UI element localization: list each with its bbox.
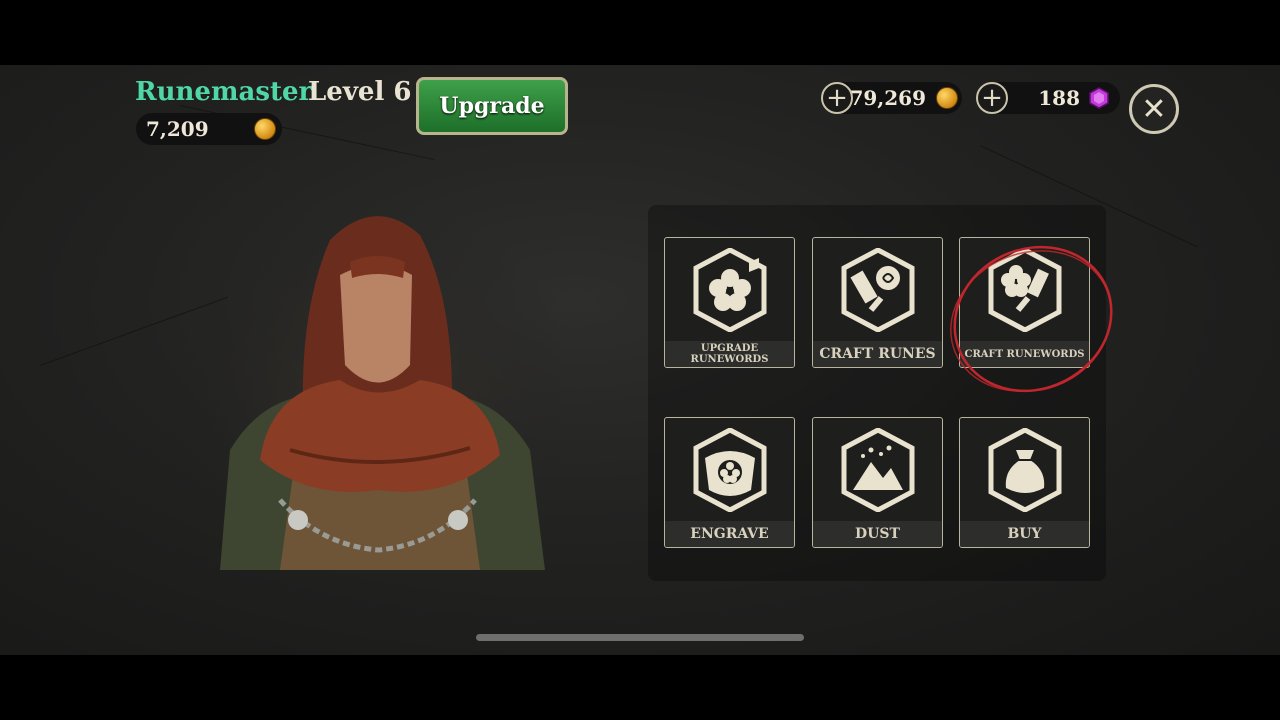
close-button[interactable]: ✕ [1129, 84, 1179, 134]
bag-icon [988, 428, 1062, 512]
gem-icon [1089, 87, 1109, 109]
engrave-tile[interactable]: ENGRAVE [664, 417, 795, 548]
craft-runes-icon [841, 248, 915, 332]
dust-icon [841, 428, 915, 512]
class-name: Runemaster [135, 77, 313, 107]
runemaster-portrait [200, 200, 560, 570]
add-gems-button[interactable]: + [976, 82, 1008, 114]
tile-label: BUY [960, 521, 1089, 547]
coins-value: 79,269 [849, 86, 926, 110]
coin-icon [254, 118, 276, 140]
tile-label: CRAFT RUNES [813, 341, 942, 367]
add-coins-button[interactable]: + [821, 82, 853, 114]
tile-label: DUST [813, 521, 942, 547]
gems-value: 188 [1038, 86, 1080, 110]
home-indicator[interactable] [476, 634, 804, 641]
buy-tile[interactable]: BUY [959, 417, 1090, 548]
upgrade-runewords-tile[interactable]: UPGRADE RUNEWORDS [664, 237, 795, 368]
coin-icon [936, 87, 958, 109]
engrave-icon [693, 428, 767, 512]
upgrade-button[interactable]: Upgrade [416, 77, 568, 135]
dust-tile[interactable]: DUST [812, 417, 943, 548]
gold-balance-pill: 7,209 [136, 113, 282, 145]
tile-label: UPGRADE RUNEWORDS [665, 341, 794, 367]
tile-label: ENGRAVE [665, 521, 794, 547]
level-label: Level 6 [308, 77, 412, 107]
craft-runes-tile[interactable]: CRAFT RUNES [812, 237, 943, 368]
rune-flower-hammer-icon [693, 248, 767, 332]
red-annotation-circle [950, 245, 1113, 393]
gold-balance-value: 7,209 [146, 117, 209, 141]
